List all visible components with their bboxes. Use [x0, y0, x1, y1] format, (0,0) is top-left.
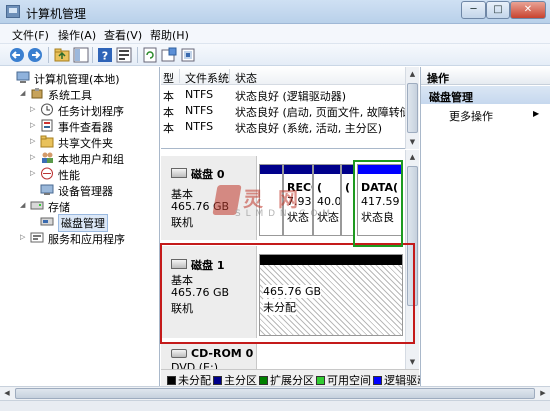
horizontal-scrollbar[interactable]: ◀ ▶	[0, 386, 550, 400]
refresh-icon[interactable]	[142, 47, 158, 63]
close-button[interactable]: ✕	[510, 1, 546, 19]
menu-file[interactable]: 文件(F)	[12, 27, 49, 43]
highlight-data-partition	[353, 160, 403, 247]
scroll-thumb[interactable]	[15, 388, 535, 399]
scroll-up-icon[interactable]: ▲	[406, 67, 419, 81]
actions-section-disk-management[interactable]: 磁盘管理	[421, 86, 550, 104]
table-row[interactable]: 本 NTFS 状态良好 (系统, 活动, 主分区)	[161, 119, 419, 135]
menu-action[interactable]: 操作(A)	[58, 27, 96, 43]
disk-management-icon	[40, 215, 54, 228]
disk-0-partition-3[interactable]: ( 40.00 状态	[313, 164, 341, 236]
legend-swatch	[213, 376, 222, 385]
legend-swatch	[167, 376, 176, 385]
computer-management-icon	[16, 71, 30, 84]
toolbar-separator	[48, 47, 49, 63]
tools-icon	[30, 87, 44, 100]
highlight-disk-1	[160, 243, 415, 344]
window-title: 计算机管理	[26, 7, 87, 21]
column-divider[interactable]	[179, 69, 180, 83]
expand-icon[interactable]: ▷	[30, 153, 38, 161]
status-bar	[0, 400, 550, 411]
column-type[interactable]: 型	[163, 70, 174, 86]
collapse-icon[interactable]: ◢	[20, 89, 28, 97]
actions-header: 操作	[421, 67, 550, 85]
scroll-down-icon[interactable]: ▼	[406, 135, 419, 149]
scroll-down-icon[interactable]: ▼	[406, 355, 419, 369]
toolbar-separator	[137, 47, 138, 63]
hard-disk-icon	[171, 168, 187, 178]
expand-icon[interactable]: ▷	[30, 169, 38, 177]
scroll-left-icon[interactable]: ◀	[0, 387, 14, 400]
column-status[interactable]: 状态	[235, 70, 257, 86]
settings-icon[interactable]	[180, 47, 196, 63]
disk-0-partition-1[interactable]	[259, 164, 283, 236]
services-icon	[30, 231, 44, 244]
partition-bar	[314, 165, 340, 174]
shared-folder-icon	[40, 135, 54, 148]
disk-0-label[interactable]: 磁盘 0 基本 465.76 GB 联机	[161, 156, 257, 240]
chevron-right-icon[interactable]: ▶	[533, 109, 539, 118]
event-viewer-icon	[40, 119, 54, 132]
expand-icon[interactable]: ▷	[20, 233, 28, 241]
legend: 未分配 主分区 扩展分区 可用空间 逻辑驱动器	[161, 369, 439, 387]
toolbar-separator	[92, 47, 93, 63]
minimize-button[interactable]: ─	[461, 1, 486, 19]
properties-icon[interactable]	[116, 47, 132, 63]
legend-swatch	[259, 376, 268, 385]
maximize-button[interactable]: □	[486, 1, 510, 19]
table-row[interactable]: 本 NTFS 状态良好 (启动, 页面文件, 故障转储, 主	[161, 103, 419, 119]
scroll-thumb[interactable]	[407, 83, 418, 133]
users-icon	[40, 151, 54, 164]
scroll-up-icon[interactable]: ▲	[406, 150, 419, 164]
disk-0-partition-recovery[interactable]: RECO 7.93 状态	[283, 164, 313, 236]
export-icon[interactable]	[161, 47, 177, 63]
scroll-right-icon[interactable]: ▶	[536, 387, 550, 400]
legend-swatch	[316, 376, 325, 385]
column-file-system[interactable]: 文件系统	[185, 70, 229, 86]
column-divider[interactable]	[229, 69, 230, 83]
performance-icon	[40, 167, 54, 180]
menu-help[interactable]: 帮助(H)	[150, 27, 189, 43]
collapse-icon[interactable]: ◢	[20, 201, 28, 209]
expand-icon[interactable]: ▷	[30, 137, 38, 145]
partition-bar	[260, 165, 282, 174]
menu-bar: 文件(F) 操作(A) 查看(V) 帮助(H)	[0, 24, 550, 44]
back-arrow-icon[interactable]	[9, 47, 25, 63]
optical-drive-icon	[171, 349, 187, 358]
title-bar: 计算机管理 ─ □ ✕	[0, 0, 550, 24]
volume-list: 型 文件系统 状态 本 NTFS 状态良好 (逻辑驱动器) 本 NTFS 状态良…	[161, 67, 419, 149]
menu-view[interactable]: 查看(V)	[104, 27, 142, 43]
storage-icon	[30, 199, 44, 212]
volume-list-scrollbar[interactable]: ▲ ▼	[405, 67, 419, 149]
computer-management-icon	[6, 5, 20, 18]
legend-swatch	[373, 376, 382, 385]
toolbar: ?	[0, 44, 550, 66]
svg-text:?: ?	[102, 50, 108, 63]
more-actions-link[interactable]: 更多操作	[449, 108, 493, 124]
table-row[interactable]: 本 NTFS 状态良好 (逻辑驱动器)	[161, 87, 419, 103]
navigation-tree: 计算机管理(本地) ◢ 系统工具 ▷ 任务计划程序 ▷ 事件查看器 ▷ 共享文件…	[0, 67, 160, 386]
forward-arrow-icon[interactable]	[27, 47, 43, 63]
help-icon[interactable]: ?	[97, 47, 113, 63]
expand-icon[interactable]: ▷	[30, 121, 38, 129]
up-folder-icon[interactable]	[54, 47, 70, 63]
actions-pane: 操作 磁盘管理 更多操作 ▶	[420, 67, 550, 386]
expand-icon[interactable]: ▷	[30, 105, 38, 113]
partition-bar	[284, 165, 312, 174]
show-tree-icon[interactable]	[73, 47, 89, 63]
clock-icon	[40, 103, 54, 116]
volume-list-header: 型 文件系统 状态	[161, 67, 419, 85]
device-manager-icon	[40, 183, 54, 196]
cdrom-0-label[interactable]: CD-ROM 0 DVD (E:)	[161, 344, 257, 369]
